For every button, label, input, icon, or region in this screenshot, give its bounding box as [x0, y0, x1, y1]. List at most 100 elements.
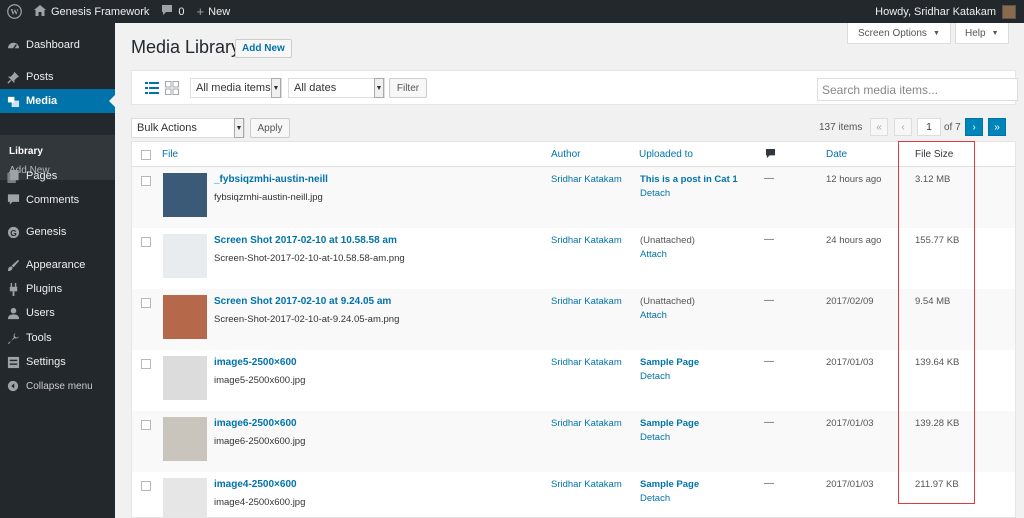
media-filename: image6-2500x600.jpg: [214, 436, 306, 447]
plus-icon: +: [196, 4, 205, 19]
media-thumbnail[interactable]: [163, 478, 207, 517]
media-title-link[interactable]: image4-2500×600: [214, 479, 297, 490]
select-all-checkbox[interactable]: [141, 150, 151, 160]
bulk-actions-select[interactable]: Bulk Actions ▼: [131, 118, 245, 138]
media-filename: fybsiqzmhi-austin-neill.jpg: [214, 192, 323, 203]
row-checkbox[interactable]: [141, 237, 151, 247]
list-view-icon[interactable]: [145, 81, 159, 95]
dashboard-icon: [0, 39, 26, 52]
table-row: image5-2500×600 image5-2500x600.jpg Sridha…: [132, 350, 1015, 411]
page-title: Media Library: [131, 37, 241, 57]
media-type-select[interactable]: All media items ▼: [190, 78, 282, 98]
media-thumbnail[interactable]: [163, 417, 207, 461]
next-page-button[interactable]: ›: [965, 118, 983, 136]
media-thumbnail[interactable]: [163, 234, 207, 278]
media-title-link[interactable]: Screen Shot 2017-02-10 at 10.58.58 am: [214, 235, 397, 246]
media-title-link[interactable]: Screen Shot 2017-02-10 at 9.24.05 am: [214, 296, 391, 307]
column-uploaded-to[interactable]: Uploaded to: [639, 149, 693, 160]
previous-page-button[interactable]: ‹: [894, 118, 912, 136]
wordpress-logo-icon[interactable]: W: [0, 0, 28, 23]
author-link[interactable]: Sridhar Katakam: [551, 235, 622, 246]
sidebar-item-pages[interactable]: Pages: [0, 164, 115, 188]
bulk-actions-value: Bulk Actions: [137, 122, 197, 134]
author-link[interactable]: Sridhar Katakam: [551, 174, 622, 185]
collapse-menu-button[interactable]: Collapse menu: [0, 374, 115, 398]
current-page-input[interactable]: 1: [917, 118, 941, 136]
add-new-button[interactable]: Add New: [235, 39, 292, 58]
attach-detach-link[interactable]: Detach: [640, 432, 670, 443]
media-filter-toolbar: All media items ▼ All dates ▼ Filter Sea…: [131, 70, 1018, 105]
column-file[interactable]: File: [162, 149, 178, 160]
date-filter-select[interactable]: All dates ▼: [288, 78, 385, 98]
author-link[interactable]: Sridhar Katakam: [551, 296, 622, 307]
help-button[interactable]: Help ▼: [955, 23, 1009, 44]
sidebar-item-tools[interactable]: Tools: [0, 326, 115, 350]
attach-detach-link[interactable]: Detach: [640, 188, 670, 199]
sidebar-item-label: Genesis: [26, 226, 67, 238]
comment-count: —: [764, 478, 774, 489]
file-size: 211.97 KB: [915, 479, 959, 490]
media-thumbnail[interactable]: [163, 356, 207, 400]
filter-button[interactable]: Filter: [389, 78, 427, 98]
sidebar-item-label: Media: [26, 95, 58, 107]
column-author[interactable]: Author: [551, 149, 580, 160]
media-filename: image5-2500x600.jpg: [214, 375, 306, 386]
sidebar-item-label: Dashboard: [26, 39, 80, 51]
svg-text:W: W: [10, 8, 19, 17]
sidebar-item-comments[interactable]: Comments: [0, 188, 115, 212]
sidebar-item-label: Users: [26, 307, 55, 319]
row-checkbox[interactable]: [141, 298, 151, 308]
row-checkbox[interactable]: [141, 359, 151, 369]
comments-count: 0: [178, 5, 185, 18]
first-page-button[interactable]: «: [870, 118, 888, 136]
author-link[interactable]: Sridhar Katakam: [551, 418, 622, 429]
media-title-link[interactable]: image6-2500×600: [214, 418, 297, 429]
site-name-link[interactable]: Genesis Framework: [28, 0, 155, 23]
sidebar-item-appearance[interactable]: Appearance: [0, 253, 115, 277]
sidebar-item-plugins[interactable]: Plugins: [0, 277, 115, 301]
sidebar-item-label: Settings: [26, 356, 66, 368]
uploaded-to[interactable]: This is a post in Cat 1: [640, 174, 738, 185]
sidebar-item-dashboard[interactable]: Dashboard: [0, 33, 115, 57]
author-link[interactable]: Sridhar Katakam: [551, 479, 622, 490]
sidebar-item-users[interactable]: Users: [0, 301, 115, 325]
media-title-link[interactable]: _fybsiqzmhi-austin-neill: [214, 174, 328, 185]
row-checkbox[interactable]: [141, 176, 151, 186]
attach-detach-link[interactable]: Detach: [640, 371, 670, 382]
row-checkbox[interactable]: [141, 481, 151, 491]
last-page-button[interactable]: »: [988, 118, 1006, 136]
home-icon: [34, 4, 46, 19]
media-thumbnail[interactable]: [163, 295, 207, 339]
grid-view-icon[interactable]: [165, 81, 179, 95]
uploaded-to[interactable]: Sample Page: [640, 357, 699, 368]
comments-link[interactable]: 0: [155, 0, 190, 23]
uploaded-to[interactable]: Sample Page: [640, 479, 699, 490]
new-content-link[interactable]: + New: [191, 0, 237, 23]
file-size: 155.77 KB: [915, 235, 960, 246]
attach-detach-link[interactable]: Detach: [640, 493, 670, 504]
apply-button[interactable]: Apply: [250, 118, 290, 138]
attach-detach-link[interactable]: Attach: [640, 310, 667, 321]
row-checkbox[interactable]: [141, 420, 151, 430]
sidebar-item-genesis[interactable]: G Genesis: [0, 220, 115, 244]
table-row: Screen Shot 2017-02-10 at 10.58.58 am Scr…: [132, 228, 1015, 289]
collapse-icon: [0, 380, 26, 392]
sidebar-item-posts[interactable]: Posts: [0, 65, 115, 89]
attach-detach-link[interactable]: Attach: [640, 249, 667, 260]
media-type-value: All media items: [196, 82, 271, 94]
user-account-link[interactable]: Howdy, Sridhar Katakam: [869, 0, 1024, 23]
submenu-item-library[interactable]: Library: [9, 146, 43, 157]
sidebar-item-settings[interactable]: Settings: [0, 350, 115, 374]
date-filter-value: All dates: [294, 82, 337, 94]
screen-options-button[interactable]: Screen Options ▼: [847, 23, 951, 44]
search-input[interactable]: Search media items...: [817, 78, 1018, 101]
column-date[interactable]: Date: [826, 149, 847, 160]
author-link[interactable]: Sridhar Katakam: [551, 357, 622, 368]
file-size: 3.12 MB: [915, 174, 951, 185]
sidebar-item-media[interactable]: Media: [0, 89, 115, 113]
media-title-link[interactable]: image5-2500×600: [214, 357, 297, 368]
admin-sidebar: Dashboard Posts Media Library Add New Pa…: [0, 23, 115, 518]
media-thumbnail[interactable]: [163, 173, 207, 217]
uploaded-to[interactable]: Sample Page: [640, 418, 699, 429]
admin-bar: W Genesis Framework 0 + New Howdy, Sridh…: [0, 0, 1024, 23]
